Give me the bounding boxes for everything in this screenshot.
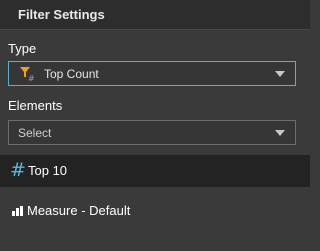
- type-dropdown[interactable]: # Top Count: [8, 61, 296, 86]
- svg-text:#: #: [28, 74, 35, 82]
- panel-header: Filter Settings: [0, 0, 310, 30]
- type-selected-value: Top Count: [44, 67, 99, 81]
- panel-title: Filter Settings: [18, 7, 105, 22]
- chevron-down-icon[interactable]: [275, 71, 285, 77]
- list-item-label: Measure - Default: [27, 203, 131, 218]
- elements-placeholder: Select: [18, 126, 52, 140]
- type-label: Type: [8, 41, 37, 56]
- hash-icon: #: [10, 159, 26, 181]
- filter-settings-panel: Filter Settings Type # Top Count Element…: [0, 0, 310, 251]
- bar-chart-icon: [12, 206, 23, 216]
- elements-dropdown[interactable]: Select: [8, 120, 296, 145]
- list-item-measure-default[interactable]: Measure - Default: [0, 195, 310, 227]
- elements-label: Elements: [8, 98, 63, 113]
- list-item-top-10[interactable]: # Top 10: [0, 155, 310, 187]
- funnel-hash-icon: #: [20, 67, 35, 82]
- chevron-down-icon[interactable]: [275, 130, 285, 136]
- list-item-label: Top 10: [28, 163, 68, 178]
